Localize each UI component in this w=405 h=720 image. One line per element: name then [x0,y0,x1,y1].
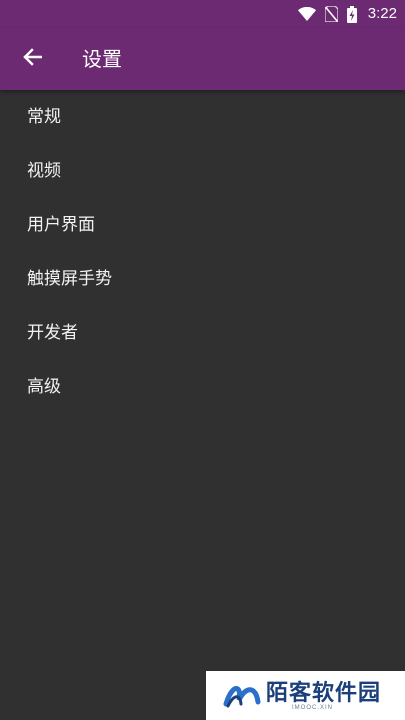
settings-menu: 常规 视频 用户界面 触摸屏手势 开发者 高级 [0,90,405,414]
menu-item-user-interface[interactable]: 用户界面 [0,198,405,252]
watermark-logo-icon [222,680,262,714]
no-sim-icon [324,6,338,22]
battery-charging-icon [346,5,357,23]
watermark-text: 陌客软件园 [266,680,382,706]
wifi-icon [297,7,316,21]
arrow-left-icon [22,48,43,70]
status-bar: 3:22 [0,0,405,28]
menu-item-general[interactable]: 常规 [0,90,405,144]
status-time: 3:22 [367,5,397,22]
status-icons: 3:22 [297,4,397,24]
back-button[interactable] [10,37,54,81]
watermark: 陌客软件园 IMOOC.XIN [206,671,405,720]
menu-item-developer[interactable]: 开发者 [0,306,405,360]
menu-item-video[interactable]: 视频 [0,144,405,198]
page-title: 设置 [82,47,122,71]
menu-item-touch-gestures[interactable]: 触摸屏手势 [0,252,405,306]
menu-item-advanced[interactable]: 高级 [0,360,405,414]
watermark-subtext: IMOOC.XIN [292,705,334,711]
app-bar: 设置 [0,28,405,90]
